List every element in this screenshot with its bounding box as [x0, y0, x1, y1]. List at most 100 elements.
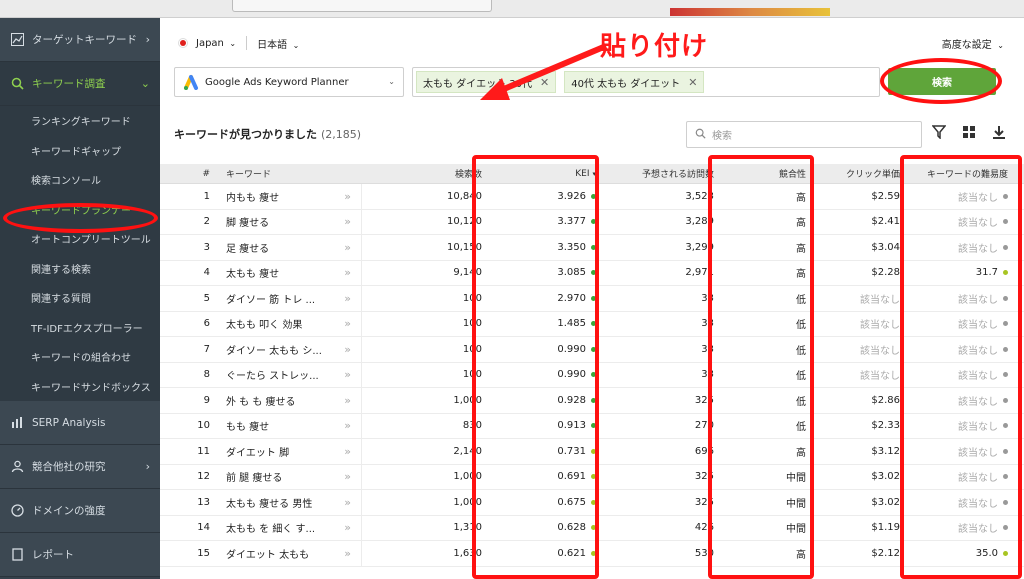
expand-icon[interactable]: » [344, 419, 351, 432]
table-row[interactable]: 11 ダイエット 脚 » 2,140 0.731 696 高 $3.12 該当なし [160, 439, 1024, 465]
kei-value: 3.085 [557, 267, 586, 279]
expand-icon[interactable]: » [344, 292, 351, 305]
cell-keyword[interactable]: 太もも 痩せる 男性 » [210, 490, 362, 515]
expand-icon[interactable]: » [344, 394, 351, 407]
expand-icon[interactable]: » [344, 241, 351, 254]
cell-keyword[interactable]: ダイソー 筋 トレ ... » [210, 286, 362, 311]
keyword-text: 太もも 痩せ [226, 269, 280, 281]
table-row[interactable]: 5 ダイソー 筋 トレ ... » 100 2.970 33 低 該当なし 該当なし [160, 286, 1024, 312]
cell-visits: 3,289 [685, 216, 714, 228]
cell-volume: 1,000 [453, 496, 482, 508]
grid-icon[interactable] [960, 123, 978, 141]
table-row[interactable]: 9 外 も も 痩せる » 1,000 0.928 325 低 $2.86 該当なし [160, 388, 1024, 414]
sidebar-item-related-searches[interactable]: 関連する検索 [0, 254, 160, 284]
expand-icon[interactable]: » [344, 496, 351, 509]
cell-cpc: $2.86 [871, 394, 900, 406]
language-select[interactable]: 日本語 ⌄ [257, 36, 299, 51]
cell-competition: 低 [796, 371, 806, 383]
country-select[interactable]: Japan ⌄ [196, 38, 236, 49]
cell-kei: 3.377 [492, 210, 610, 235]
sidebar-section-target-keywords[interactable]: ターゲットキーワード › [0, 18, 160, 62]
expand-icon[interactable]: » [344, 190, 351, 203]
sidebar-section-report[interactable]: レポート [0, 533, 160, 577]
col-header-kei[interactable]: KEI ▾ [492, 164, 610, 183]
table-search-input[interactable]: 検索 [686, 121, 922, 148]
sidebar-item-keyword-planner[interactable]: キーワードプランナー [0, 195, 160, 225]
sidebar-section-serp-analysis[interactable]: SERP Analysis [0, 401, 160, 445]
table-row[interactable]: 8 ぐーたら ストレッ... » 100 0.990 33 低 該当なし 該当なし [160, 362, 1024, 388]
expand-icon[interactable]: » [344, 521, 351, 534]
expand-icon[interactable]: » [344, 368, 351, 381]
keyword-text: ダイソー 太もも シ... [226, 345, 322, 357]
col-header-volume[interactable]: 検索数 [362, 164, 492, 183]
cell-keyword[interactable]: 内もも 痩せ » [210, 184, 362, 209]
expand-icon[interactable]: » [344, 445, 351, 458]
col-header-visits[interactable]: 予想される訪問数 [610, 164, 720, 183]
cell-num: 9 [203, 394, 210, 406]
expand-icon[interactable]: » [344, 215, 351, 228]
cell-keyword[interactable]: 太もも を 細く す... » [210, 515, 362, 540]
sidebar-section-keyword-research[interactable]: キーワード調査 ⌄ [0, 62, 160, 106]
cell-keyword[interactable]: 脚 痩せる » [210, 209, 362, 234]
keyword-text: ぐーたら ストレッ... [226, 371, 319, 383]
table-row[interactable]: 12 前 腿 痩せる » 1,000 0.691 325 中間 $3.02 該当なし [160, 464, 1024, 490]
cell-volume: 100 [462, 318, 482, 330]
cell-keyword[interactable]: 外 も も 痩せる » [210, 388, 362, 413]
sidebar-section-label: 競合他社の研究 [32, 461, 106, 473]
cell-keyword[interactable]: ぐーたら ストレッ... » [210, 362, 362, 387]
sidebar-item-ranking-keywords[interactable]: ランキングキーワード [0, 106, 160, 136]
col-header-keyword[interactable]: キーワード [210, 164, 362, 183]
cell-keyword[interactable]: 太もも 痩せ » [210, 260, 362, 285]
status-dot-icon [591, 244, 596, 250]
sidebar-section-competitor-research[interactable]: 競合他社の研究 › [0, 445, 160, 489]
cell-kei: 0.691 [492, 465, 610, 490]
cell-difficulty: 該当なし [910, 414, 1024, 439]
sidebar-item-search-console[interactable]: 検索コンソール [0, 165, 160, 195]
address-bar[interactable] [232, 0, 492, 12]
expand-icon[interactable]: » [344, 343, 351, 356]
table-row[interactable]: 4 太もも 痩せ » 9,140 3.085 2,971 高 $2.28 31.7 [160, 260, 1024, 286]
expand-icon[interactable]: » [344, 266, 351, 279]
cell-keyword[interactable]: ダイエット 太もも » [210, 541, 362, 566]
cell-cpc: $3.04 [871, 241, 900, 253]
table-row[interactable]: 15 ダイエット 太もも » 1,630 0.621 530 高 $2.12 35.0 [160, 541, 1024, 567]
col-header-competition[interactable]: 競合性 [720, 164, 820, 183]
search-button[interactable]: 検索 [888, 68, 996, 95]
cell-cpc: $3.02 [871, 496, 900, 508]
cell-keyword[interactable]: もも 痩せ » [210, 413, 362, 438]
table-row[interactable]: 1 内もも 痩せ » 10,840 3.926 3,523 高 $2.59 該当なし [160, 184, 1024, 210]
cell-keyword[interactable]: ダイエット 脚 » [210, 439, 362, 464]
cell-visits: 3,299 [685, 241, 714, 253]
status-dot-icon [1003, 346, 1008, 352]
close-icon[interactable]: ✕ [688, 76, 697, 89]
download-icon[interactable] [990, 123, 1008, 141]
table-row[interactable]: 7 ダイソー 太もも シ... » 100 0.990 33 低 該当なし 該当なし [160, 337, 1024, 363]
table-row[interactable]: 2 脚 痩せる » 10,120 3.377 3,289 高 $2.41 該当なし [160, 209, 1024, 235]
table-row[interactable]: 6 太もも 叩く 効果 » 100 1.485 33 低 該当なし 該当なし [160, 311, 1024, 337]
cell-keyword[interactable]: ダイソー 太もも シ... » [210, 337, 362, 362]
expand-icon[interactable]: » [344, 470, 351, 483]
expand-icon[interactable]: » [344, 547, 351, 560]
sidebar-item-keyword-sandbox[interactable]: キーワードサンドボックス [0, 372, 160, 402]
sidebar-section-domain-strength[interactable]: ドメインの強度 [0, 489, 160, 533]
cell-keyword[interactable]: 足 痩せる » [210, 235, 362, 260]
table-row[interactable]: 14 太もも を 細く す... » 1,310 0.628 426 中間 $1.19 該当なし [160, 515, 1024, 541]
table-row[interactable]: 10 もも 痩せ » 830 0.913 270 低 $2.33 該当なし [160, 413, 1024, 439]
sidebar-item-tfidf-explorer[interactable]: TF-IDFエクスプローラー [0, 313, 160, 343]
advanced-settings-button[interactable]: 高度な設定 ⌄ [942, 36, 1004, 51]
expand-icon[interactable]: » [344, 317, 351, 330]
cell-keyword[interactable]: 前 腿 痩せる » [210, 464, 362, 489]
sidebar-item-autocomplete[interactable]: オートコンプリートツール [0, 224, 160, 254]
col-header-cpc[interactable]: クリック単価 [820, 164, 910, 183]
filter-icon[interactable] [930, 123, 948, 141]
sidebar-item-keyword-combinations[interactable]: キーワードの組合わせ [0, 342, 160, 372]
difficulty-value: 該当なし [958, 498, 998, 510]
cell-num: 8 [203, 369, 210, 381]
col-header-difficulty[interactable]: キーワードの難易度 [910, 164, 1024, 183]
table-row[interactable]: 3 足 痩せる » 10,150 3.350 3,299 高 $3.04 該当なし [160, 235, 1024, 261]
database-select[interactable]: Google Ads Keyword Planner ⌄ [174, 67, 404, 97]
table-row[interactable]: 13 太もも 痩せる 男性 » 1,000 0.675 325 中間 $3.02 該当なし [160, 490, 1024, 516]
sidebar-item-related-questions[interactable]: 関連する質問 [0, 283, 160, 313]
sidebar-item-keyword-gap[interactable]: キーワードギャップ [0, 136, 160, 166]
cell-keyword[interactable]: 太もも 叩く 効果 » [210, 311, 362, 336]
